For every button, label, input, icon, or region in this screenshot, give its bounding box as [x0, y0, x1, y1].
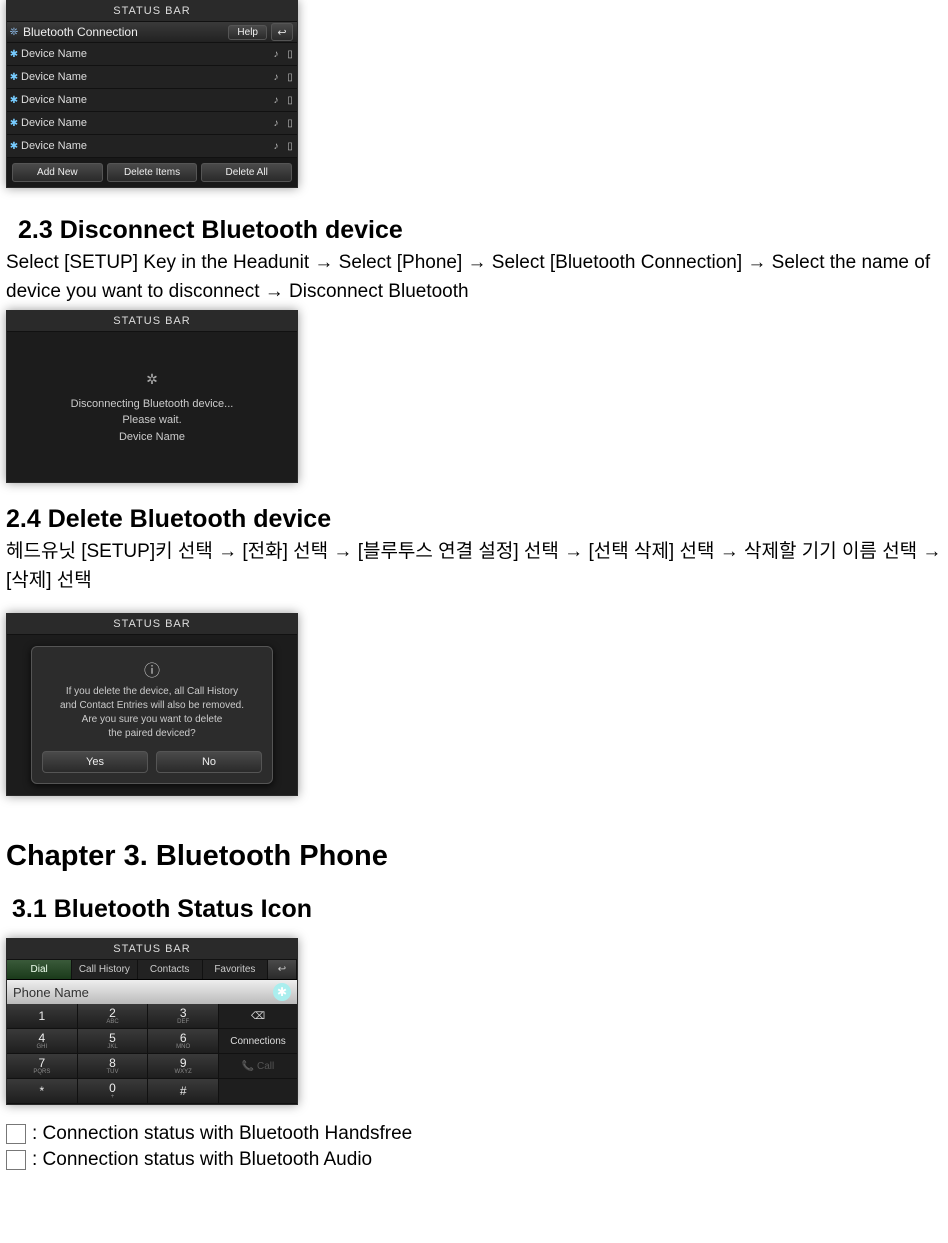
- status-bar: STATUS BAR: [7, 1, 297, 22]
- help-button[interactable]: Help: [228, 25, 267, 40]
- delete-items-button[interactable]: Delete Items: [107, 163, 198, 182]
- device-name: Device Name: [21, 140, 269, 152]
- key-star[interactable]: *: [7, 1079, 78, 1103]
- disc-line1: Disconnecting Bluetooth device...: [71, 396, 234, 413]
- dialog-msg-2: and Contact Entries will also be removed…: [42, 699, 262, 713]
- legend-handsfree: : Connection status with Bluetooth Hands…: [6, 1123, 942, 1145]
- status-icon-placeholder: [6, 1124, 26, 1144]
- dialog-msg-3: Are you sure you want to delete: [42, 713, 262, 727]
- legend-audio: : Connection status with Bluetooth Audio: [6, 1149, 942, 1171]
- paragraph-2-4: 헤드유닛 [SETUP]키 선택 → [전화] 선택 → [블루투스 연결 설정…: [6, 538, 942, 595]
- device-name: Device Name: [21, 94, 269, 106]
- bluetooth-icon: ✱: [7, 72, 21, 83]
- bluetooth-icon: ✱: [7, 141, 21, 152]
- confirm-dialog: ⓘ If you delete the device, all Call His…: [31, 646, 273, 784]
- spinner-icon: ✲: [71, 369, 234, 390]
- key-6[interactable]: 6MNO: [148, 1029, 219, 1053]
- screenshot-dial-pad: STATUS BAR Dial Call History Contacts Fa…: [6, 938, 298, 1105]
- bottom-button-row: Add New Delete Items Delete All: [7, 158, 297, 187]
- music-icon: ♪: [269, 118, 283, 129]
- disc-line3: Device Name: [71, 429, 234, 446]
- bluetooth-icon: ✱: [7, 95, 21, 106]
- call-button-continued[interactable]: [219, 1079, 297, 1103]
- key-9[interactable]: 9WXYZ: [148, 1054, 219, 1078]
- delete-key[interactable]: ⌫: [219, 1004, 297, 1028]
- paragraph-2-3: Select [SETUP] Key in the Headunit → Sel…: [6, 249, 942, 306]
- bluetooth-icon: ❊: [7, 27, 21, 38]
- tab-contacts[interactable]: Contacts: [138, 960, 203, 979]
- key-7[interactable]: 7PQRS: [7, 1054, 78, 1078]
- yes-button[interactable]: Yes: [42, 751, 148, 773]
- phone-icon: ▯: [283, 72, 297, 83]
- dialog-msg-1: If you delete the device, all Call Histo…: [42, 685, 262, 699]
- heading-2-4: 2.4 Delete Bluetooth device: [6, 505, 942, 534]
- device-name: Device Name: [21, 71, 269, 83]
- heading-2-3: 2.3 Disconnect Bluetooth device: [18, 216, 942, 245]
- titlebar: ❊ Bluetooth Connection Help ↩: [7, 22, 297, 43]
- phone-icon: ▯: [283, 118, 297, 129]
- tab-row: Dial Call History Contacts Favorites ↩: [7, 960, 297, 980]
- delete-dialog-body: ⓘ If you delete the device, all Call His…: [7, 635, 297, 795]
- legend-audio-text: : Connection status with Bluetooth Audio: [32, 1149, 372, 1171]
- device-name: Device Name: [21, 48, 269, 60]
- tab-favorites[interactable]: Favorites: [203, 960, 268, 979]
- screenshot-bt-connection-list: STATUS BAR ❊ Bluetooth Connection Help ↩…: [6, 0, 298, 188]
- key-2[interactable]: 2ABC: [78, 1004, 149, 1028]
- key-8[interactable]: 8TUV: [78, 1054, 149, 1078]
- device-row[interactable]: ✱Device Name♪▯: [7, 135, 297, 158]
- back-arrow-icon: ↩: [278, 964, 286, 975]
- bluetooth-logo-icon: ✱: [273, 983, 291, 1001]
- delete-all-button[interactable]: Delete All: [201, 163, 292, 182]
- add-new-button[interactable]: Add New: [12, 163, 103, 182]
- key-5[interactable]: 5JKL: [78, 1029, 149, 1053]
- key-0[interactable]: 0+: [78, 1079, 149, 1103]
- dialog-msg-4: the paired deviced?: [42, 727, 262, 741]
- connections-button[interactable]: Connections: [219, 1029, 297, 1053]
- key-3[interactable]: 3DEF: [148, 1004, 219, 1028]
- device-row[interactable]: ✱Device Name♪▯: [7, 89, 297, 112]
- disconnecting-body: ✲ Disconnecting Bluetooth device... Plea…: [7, 332, 297, 482]
- tab-call-history[interactable]: Call History: [72, 960, 137, 979]
- device-name: Device Name: [21, 117, 269, 129]
- status-bar: STATUS BAR: [7, 311, 297, 332]
- music-icon: ♪: [269, 141, 283, 152]
- disc-line2: Please wait.: [71, 412, 234, 429]
- key-4[interactable]: 4GHI: [7, 1029, 78, 1053]
- question-icon: ⓘ: [42, 657, 262, 681]
- no-button[interactable]: No: [156, 751, 262, 773]
- screen-title: Bluetooth Connection: [21, 25, 228, 39]
- phone-icon: ▯: [283, 141, 297, 152]
- bluetooth-icon: ✱: [7, 118, 21, 129]
- tab-dial[interactable]: Dial: [7, 960, 72, 979]
- key-hash[interactable]: #: [148, 1079, 219, 1103]
- music-icon: ♪: [269, 49, 283, 60]
- screenshot-disconnecting: STATUS BAR ✲ Disconnecting Bluetooth dev…: [6, 310, 298, 483]
- device-row[interactable]: ✱Device Name♪▯: [7, 112, 297, 135]
- back-arrow-icon: ↩: [277, 26, 286, 39]
- phone-name-row: Phone Name ✱: [7, 980, 297, 1004]
- music-icon: ♪: [269, 72, 283, 83]
- heading-3-1: 3.1 Bluetooth Status Icon: [12, 895, 942, 924]
- phone-icon: ▯: [283, 49, 297, 60]
- heading-chapter-3: Chapter 3. Bluetooth Phone: [6, 840, 942, 873]
- bluetooth-icon: ✱: [7, 49, 21, 60]
- legend-handsfree-text: : Connection status with Bluetooth Hands…: [32, 1123, 412, 1145]
- key-1[interactable]: 1: [7, 1004, 78, 1028]
- phone-icon: ▯: [283, 95, 297, 106]
- back-button[interactable]: ↩: [268, 960, 297, 979]
- phone-name-text: Phone Name: [13, 985, 89, 1000]
- device-row[interactable]: ✱Device Name♪▯: [7, 43, 297, 66]
- status-icon-placeholder: [6, 1150, 26, 1170]
- status-bar: STATUS BAR: [7, 939, 297, 960]
- call-button[interactable]: 📞 Call: [219, 1054, 297, 1078]
- status-bar: STATUS BAR: [7, 614, 297, 635]
- screenshot-delete-dialog: STATUS BAR ⓘ If you delete the device, a…: [6, 613, 298, 796]
- back-button[interactable]: ↩: [271, 23, 293, 41]
- device-row[interactable]: ✱Device Name♪▯: [7, 66, 297, 89]
- music-icon: ♪: [269, 95, 283, 106]
